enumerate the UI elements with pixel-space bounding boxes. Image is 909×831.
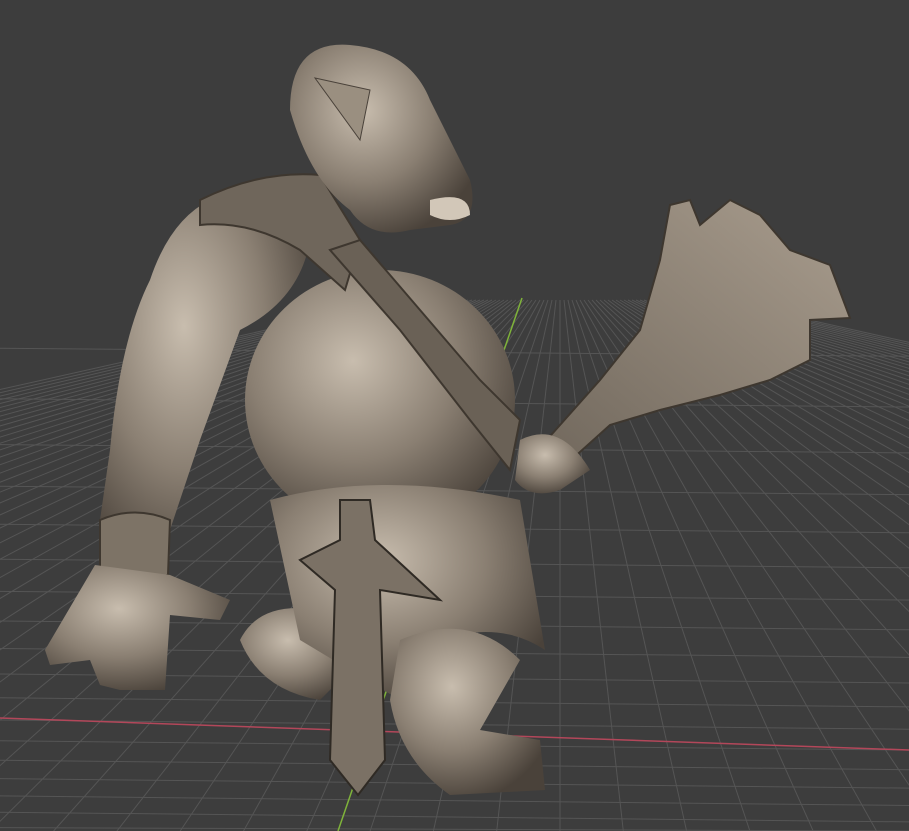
grid-line <box>0 795 909 807</box>
grid-line <box>0 811 909 823</box>
sculpted-orc-model[interactable] <box>45 44 852 797</box>
grid-line <box>0 827 909 831</box>
hand <box>45 565 230 690</box>
viewport-canvas[interactable] <box>0 0 909 831</box>
3d-viewport[interactable] <box>0 0 909 831</box>
